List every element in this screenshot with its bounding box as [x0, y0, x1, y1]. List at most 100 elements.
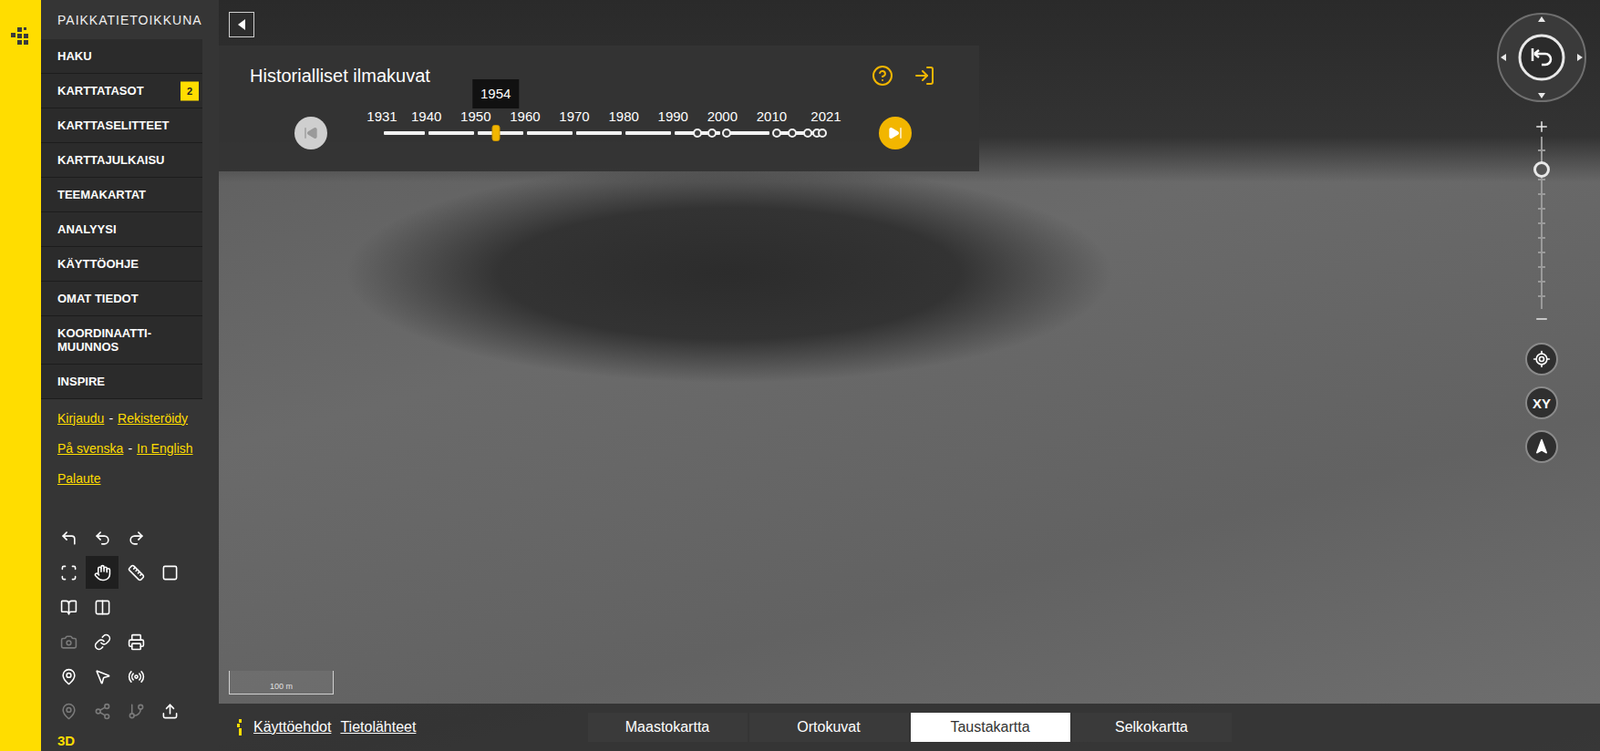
- tool-button[interactable]: [51, 590, 85, 624]
- photo-year-marker[interactable]: [787, 128, 797, 138]
- tool-button: [51, 694, 85, 728]
- menu-item[interactable]: KARTTATASOT2: [41, 73, 203, 109]
- footer-link[interactable]: Käyttöehdot: [253, 719, 331, 736]
- timeline-track[interactable]: [381, 123, 826, 143]
- zoom-out-button[interactable]: [1531, 309, 1552, 330]
- tool-row: [51, 590, 219, 624]
- photo-year-marker[interactable]: [817, 128, 827, 138]
- tool-button[interactable]: [51, 556, 85, 589]
- year-label: 1980: [608, 108, 639, 124]
- count-badge: 2: [180, 81, 199, 101]
- menu-label: KARTTASELITTEET: [57, 118, 170, 133]
- camera-icon: [60, 633, 78, 651]
- coordinates-button[interactable]: XY: [1525, 386, 1559, 420]
- panel-title: Historialliset ilmakuvat: [249, 65, 431, 87]
- tool-button[interactable]: [51, 521, 85, 555]
- tool-row: [51, 556, 219, 589]
- historical-photos-panel: Historialliset ilmakuvat1954193119401950…: [218, 45, 980, 172]
- menu-item[interactable]: KÄYTTÖOHJE: [41, 247, 203, 282]
- tool-button[interactable]: [153, 556, 186, 589]
- base-map-tab[interactable]: Selkokartta: [1072, 712, 1232, 743]
- footer-link[interactable]: Tietolähteet: [340, 719, 416, 736]
- sidebar-link[interactable]: Kirjaudu: [57, 411, 104, 426]
- zoom-in-button[interactable]: [1531, 116, 1552, 137]
- sidebar-link[interactable]: På svenska: [57, 441, 124, 456]
- next-button[interactable]: [878, 116, 912, 150]
- zoom-slider[interactable]: [1532, 136, 1551, 310]
- locate-button[interactable]: [1525, 342, 1559, 376]
- sidebar: PAIKKATIETOIKKUNAHAKUKARTTATASOT2KARTTAS…: [41, 0, 219, 751]
- add-line-icon: [93, 702, 112, 721]
- compass-icon[interactable]: [1496, 11, 1588, 104]
- tool-button[interactable]: [51, 660, 85, 693]
- menu-item[interactable]: TEEMAKARTAT: [41, 177, 203, 213]
- map-book-icon: [60, 598, 78, 617]
- link-row: Palaute: [57, 463, 219, 494]
- tool-button[interactable]: [85, 521, 119, 555]
- logo-icon[interactable]: [9, 25, 33, 50]
- hand-icon: [93, 564, 112, 582]
- menu-label: KOORDINAATTI-MUUNNOS: [57, 326, 181, 354]
- tool-button[interactable]: [119, 625, 153, 659]
- link-row: På svenska-In English: [57, 433, 219, 464]
- photo-year-marker[interactable]: [772, 128, 782, 138]
- tool-button[interactable]: [85, 590, 119, 624]
- track-segment: [383, 131, 425, 135]
- app-page: PAIKKATIETOIKKUNAHAKUKARTTATASOT2KARTTAS…: [0, 0, 1600, 751]
- locate-icon: [1532, 350, 1551, 369]
- map-controls: XY: [1496, 11, 1588, 464]
- timeline-handle[interactable]: [491, 124, 500, 142]
- triangle-left-icon: [237, 19, 247, 31]
- tool-button[interactable]: [119, 660, 153, 693]
- plus-icon: [1533, 118, 1550, 135]
- menu-item[interactable]: ANALYYSI: [41, 212, 203, 248]
- north-button[interactable]: [1525, 430, 1559, 464]
- menu-item[interactable]: KARTTAJULKAISU: [41, 143, 203, 178]
- photo-year-marker[interactable]: [803, 128, 813, 138]
- account-links: Kirjaudu-RekisteröidyPå svenska-In Engli…: [41, 399, 219, 494]
- collapse-button[interactable]: [228, 11, 255, 38]
- menu-label: TEEMAKARTAT: [57, 187, 146, 202]
- minus-icon: [1533, 310, 1550, 328]
- menu-label: KARTTAJULKAISU: [57, 153, 165, 167]
- year-label: 2021: [810, 108, 841, 124]
- tool-button: [85, 694, 119, 728]
- exit-icon[interactable]: [913, 64, 936, 87]
- base-map-tab[interactable]: Maastokartta: [588, 712, 748, 743]
- tool-button[interactable]: [119, 556, 153, 589]
- help-icon[interactable]: [871, 64, 894, 87]
- photo-year-marker[interactable]: [707, 128, 717, 138]
- menu-item[interactable]: KOORDINAATTI-MUUNNOS: [41, 316, 203, 365]
- year-label: 1940: [411, 108, 442, 124]
- tool-button[interactable]: [85, 660, 119, 693]
- tool-row: [51, 625, 219, 659]
- tool-button[interactable]: [153, 694, 186, 728]
- photo-year-marker[interactable]: [722, 128, 732, 138]
- base-map-tab[interactable]: Taustakartta: [910, 712, 1071, 743]
- tool-row: [51, 521, 219, 555]
- tool-button[interactable]: [119, 521, 153, 555]
- north-arrow-icon: [1533, 438, 1550, 455]
- compass[interactable]: [1496, 11, 1588, 104]
- base-map-tab[interactable]: Ortokuvat: [749, 712, 909, 743]
- sidebar-link[interactable]: Rekisteröidy: [117, 411, 188, 426]
- aerial-photo-map[interactable]: Historialliset ilmakuvat1954193119401950…: [218, 0, 1600, 751]
- year-label: 1990: [658, 108, 689, 124]
- sidebar-link[interactable]: In English: [136, 441, 193, 456]
- reset-view-icon: [60, 529, 78, 548]
- sidebar-link[interactable]: Palaute: [57, 471, 101, 486]
- menu-item[interactable]: KARTTASELITTEET: [41, 108, 203, 144]
- photo-year-marker[interactable]: [692, 128, 702, 138]
- menu-item[interactable]: OMAT TIEDOT: [41, 281, 203, 317]
- zoom-knob[interactable]: [1533, 161, 1550, 178]
- menu-item[interactable]: INSPIRE: [41, 364, 203, 400]
- tool-button: [51, 625, 85, 659]
- tool-button[interactable]: [85, 625, 119, 659]
- tool-button[interactable]: [85, 556, 119, 589]
- add-area-icon: [127, 702, 145, 721]
- menu-item[interactable]: HAKU: [41, 39, 203, 74]
- skip-back-icon: [303, 125, 319, 141]
- brand-strip: [0, 0, 42, 751]
- panel-actions: [871, 64, 936, 87]
- 3d-mode-link[interactable]: 3D: [41, 732, 219, 751]
